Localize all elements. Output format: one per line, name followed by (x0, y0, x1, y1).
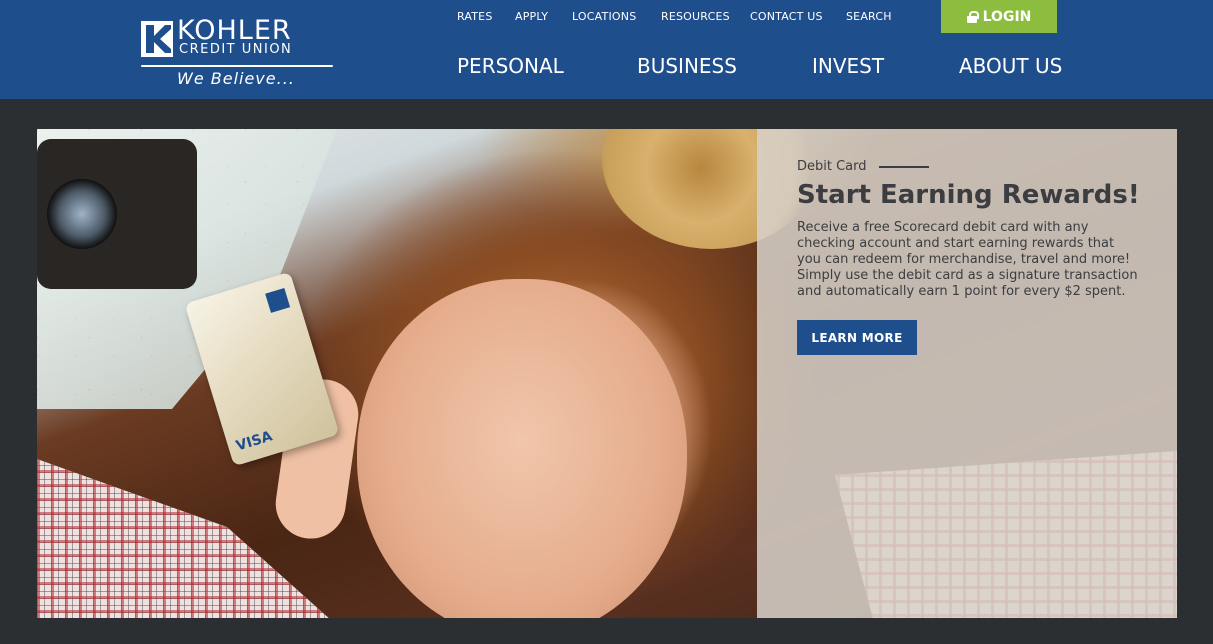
lock-icon (966, 10, 979, 23)
card-visa-brand: VISA (234, 428, 275, 455)
logo-subtitle: CREDIT UNION (179, 42, 293, 57)
eyebrow-row: Debit Card (797, 159, 929, 174)
logo-name: KOHLER (177, 15, 292, 46)
kohler-credit-union-logo[interactable]: KOHLER CREDIT UNION We Believe... (141, 15, 335, 91)
promo-body: Receive a free Scorecard debit card with… (797, 220, 1138, 299)
k-logo-icon (141, 21, 173, 57)
nav-resources[interactable]: RESOURCES (661, 10, 730, 23)
site-header: KOHLER CREDIT UNION We Believe... RATES … (0, 0, 1213, 99)
camera-lens (47, 179, 117, 249)
logo-tagline: We Believe... (177, 69, 295, 88)
nav-apply[interactable]: APPLY (515, 10, 548, 23)
promo-eyebrow: Debit Card (797, 159, 867, 174)
nav-locations[interactable]: LOCATIONS (572, 10, 636, 23)
hero-banner: VISA Debit Card Start Earning Rewards! R… (37, 129, 1177, 618)
camera-image (37, 139, 197, 289)
nav-business[interactable]: BUSINESS (637, 54, 737, 78)
eyebrow-divider (878, 165, 929, 168)
nav-search[interactable]: SEARCH (846, 10, 892, 23)
login-label: LOGIN (982, 8, 1032, 25)
nav-personal[interactable]: PERSONAL (457, 54, 564, 78)
nav-about-us[interactable]: ABOUT US (959, 54, 1062, 78)
woman-face-image (357, 279, 687, 618)
card-logo-icon (265, 287, 291, 313)
nav-contact-us[interactable]: CONTACT US (750, 10, 823, 23)
promo-panel: Debit Card Start Earning Rewards! Receiv… (757, 129, 1177, 618)
nav-invest[interactable]: INVEST (812, 54, 884, 78)
logo-underline (141, 65, 333, 67)
nav-rates[interactable]: RATES (457, 10, 493, 23)
promo-title: Start Earning Rewards! (797, 180, 1140, 210)
learn-more-button[interactable]: LEARN MORE (797, 320, 917, 355)
login-button[interactable]: LOGIN (941, 0, 1057, 33)
